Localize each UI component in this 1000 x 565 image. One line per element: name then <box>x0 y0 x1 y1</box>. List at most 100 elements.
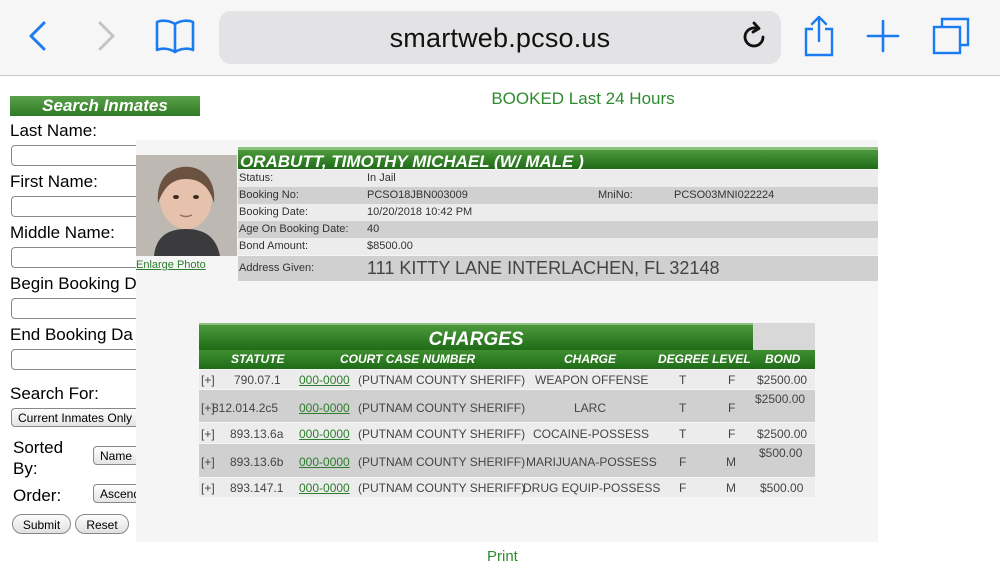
charge-cell: LARC <box>574 401 607 415</box>
address-value: 111 KITTY LANE INTERLACHEN, FL 32148 <box>367 258 720 278</box>
bond-value: $8500.00 <box>367 240 413 252</box>
bond-cell: $500.00 <box>760 481 804 495</box>
col-charge: CHARGE <box>564 352 617 366</box>
begin-booking-label: Begin Booking D <box>10 274 137 293</box>
end-booking-label: End Booking Da <box>10 325 133 344</box>
agency-cell: (PUTNAM COUNTY SHERIFF) <box>358 401 526 415</box>
status-label: Status: <box>239 172 274 184</box>
age-row: Age On Booking Date: 40 <box>238 221 878 238</box>
address-row: Address Given: 111 KITTY LANE INTERLACHE… <box>238 256 878 281</box>
agency-cell: (PUTNAM COUNTY SHERIFF) <box>358 427 526 441</box>
end-booking-input[interactable] <box>11 349 153 370</box>
charge-cell: MARIJUANA-POSSESS <box>526 455 657 469</box>
address-bar[interactable]: smartweb.pcso.us <box>219 11 781 64</box>
degree-cell: T <box>679 427 687 441</box>
bond-cell: $2500.00 <box>757 373 808 387</box>
bookmarks-icon[interactable] <box>153 14 197 58</box>
agency-cell: (PUTNAM COUNTY SHERIFF) <box>358 481 526 495</box>
age-value: 40 <box>367 223 380 235</box>
bond-row: Bond Amount: $8500.00 <box>238 238 878 255</box>
court-case-link[interactable]: 000-0000 <box>299 455 350 469</box>
charge-cell: COCAINE-POSSESS <box>533 427 650 441</box>
sorted-by-label: Sorted By: <box>13 438 64 478</box>
degree-cell: T <box>679 401 687 415</box>
tabs-icon[interactable] <box>929 14 973 58</box>
degree-cell: T <box>679 373 687 387</box>
degree-cell: F <box>679 481 687 495</box>
court-case-link[interactable]: 000-0000 <box>299 481 350 495</box>
browser-toolbar: smartweb.pcso.us <box>0 0 1000 76</box>
statute-cell: 893.147.1 <box>230 481 284 495</box>
search-header: Search Inmates <box>10 96 200 116</box>
begin-booking-input[interactable] <box>11 298 153 319</box>
enlarge-photo-link[interactable]: Enlarge Photo <box>136 259 206 271</box>
booking-no-value: PCSO18JBN003009 <box>367 189 468 201</box>
order-label: Order: <box>13 486 62 505</box>
degree-cell: F <box>679 455 687 469</box>
inmate-name-header: ORABUTT, TIMOTHY MICHAEL (W/ MALE ) <box>238 147 878 171</box>
url-text[interactable]: smartweb.pcso.us <box>219 23 781 54</box>
middle-name-input[interactable] <box>11 247 153 268</box>
booking-date-value: 10/20/2018 10:42 PM <box>367 206 473 218</box>
charges-corner <box>753 323 815 350</box>
inmate-photo[interactable] <box>136 155 237 256</box>
col-statute: STATUTE <box>231 352 285 366</box>
expand-toggle[interactable]: [+] <box>201 455 215 469</box>
table-row: [+] 893.13.6a 000-0000 (PUTNAM COUNTY SH… <box>199 423 815 443</box>
print-link[interactable]: Print <box>487 548 518 565</box>
reload-icon[interactable] <box>737 20 771 54</box>
charge-cell: DRUG EQUIP-POSSESS <box>523 481 661 495</box>
statute-cell: 812.014.2c5 <box>212 401 279 415</box>
share-icon[interactable] <box>797 14 841 58</box>
address-label: Address Given: <box>239 262 315 274</box>
booking-no-row: Booking No: PCSO18JBN003009 MniNo: PCSO0… <box>238 187 878 204</box>
court-case-link[interactable]: 000-0000 <box>299 373 350 387</box>
level-cell: F <box>728 373 736 387</box>
bond-cell: $500.00 <box>759 446 803 460</box>
back-chevron-icon[interactable] <box>16 14 60 58</box>
booking-date-row: Booking Date: 10/20/2018 10:42 PM <box>238 204 878 221</box>
status-value: In Jail <box>367 172 396 184</box>
last-name-label: Last Name: <box>10 121 97 140</box>
statute-cell: 893.13.6a <box>230 427 284 441</box>
expand-toggle[interactable]: [+] <box>201 427 215 441</box>
booking-date-label: Booking Date: <box>239 206 309 218</box>
col-court-case: COURT CASE NUMBER <box>340 352 476 366</box>
table-row: [+] 790.07.1 000-0000 (PUTNAM COUNTY SHE… <box>199 370 815 389</box>
level-cell: F <box>728 427 736 441</box>
level-cell: F <box>728 401 736 415</box>
expand-toggle[interactable]: [+] <box>201 481 215 495</box>
page-title: BOOKED Last 24 Hours <box>491 89 675 108</box>
bond-cell: $2500.00 <box>757 427 808 441</box>
first-name-label: First Name: <box>10 172 98 191</box>
submit-button[interactable]: Submit <box>12 514 71 534</box>
agency-cell: (PUTNAM COUNTY SHERIFF) <box>358 455 526 469</box>
forward-chevron-icon[interactable] <box>84 14 128 58</box>
first-name-input[interactable] <box>11 196 153 217</box>
statute-cell: 893.13.6b <box>230 455 284 469</box>
agency-cell: (PUTNAM COUNTY SHERIFF) <box>358 373 526 387</box>
new-tab-plus-icon[interactable] <box>861 14 905 58</box>
charges-title: CHARGES <box>199 323 753 350</box>
statute-cell: 790.07.1 <box>234 373 281 387</box>
expand-toggle[interactable]: [+] <box>201 373 215 387</box>
level-cell: M <box>726 481 736 495</box>
level-cell: M <box>726 455 736 469</box>
search-for-select[interactable]: Current Inmates Only <box>11 408 151 427</box>
col-degree-level: DEGREE LEVEL <box>658 352 751 366</box>
reset-button[interactable]: Reset <box>75 514 129 534</box>
age-label: Age On Booking Date: <box>239 223 349 235</box>
table-row: [+] 893.147.1 000-0000 (PUTNAM COUNTY SH… <box>199 478 815 497</box>
col-bond: BOND <box>765 352 801 366</box>
table-row: [+] 812.014.2c5 000-0000 (PUTNAM COUNTY … <box>199 390 815 422</box>
booking-no-label: Booking No: <box>239 189 299 201</box>
bond-cell: $2500.00 <box>755 392 806 406</box>
search-for-label: Search For: <box>10 384 99 403</box>
court-case-link[interactable]: 000-0000 <box>299 401 350 415</box>
court-case-link[interactable]: 000-0000 <box>299 427 350 441</box>
bond-label: Bond Amount: <box>239 240 309 252</box>
charge-cell: WEAPON OFFENSE <box>535 373 649 387</box>
last-name-input[interactable] <box>11 145 153 166</box>
table-row: [+] 893.13.6b 000-0000 (PUTNAM COUNTY SH… <box>199 444 815 477</box>
middle-name-label: Middle Name: <box>10 223 115 242</box>
